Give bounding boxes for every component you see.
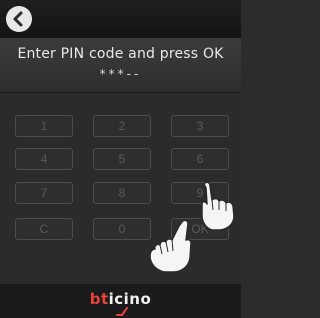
key-8[interactable]: 8 (93, 182, 151, 204)
brand-logo-swoosh (116, 307, 128, 316)
back-button[interactable] (6, 6, 32, 32)
prompt-panel: Enter PIN code and press OK ***-- (0, 38, 241, 93)
key-5[interactable]: 5 (93, 148, 151, 170)
key-2[interactable]: 2 (93, 115, 151, 137)
pin-display: ***-- (99, 67, 142, 81)
pointing-hand-icon (149, 219, 192, 273)
brand-logo-suffix: icino (108, 290, 152, 308)
prompt-title: Enter PIN code and press OK (17, 46, 224, 62)
pointing-hand-icon (201, 181, 235, 231)
brand-logo: bticino (0, 290, 241, 308)
brand-logo-prefix: bt (89, 290, 109, 308)
key-6[interactable]: 6 (171, 148, 229, 170)
key-7[interactable]: 7 (15, 182, 73, 204)
key-clear[interactable]: C (15, 218, 73, 240)
key-0[interactable]: 0 (93, 218, 151, 240)
top-bar (0, 0, 241, 38)
back-arrow-icon (13, 11, 23, 27)
key-3[interactable]: 3 (171, 115, 229, 137)
key-1[interactable]: 1 (15, 115, 73, 137)
key-4[interactable]: 4 (15, 148, 73, 170)
